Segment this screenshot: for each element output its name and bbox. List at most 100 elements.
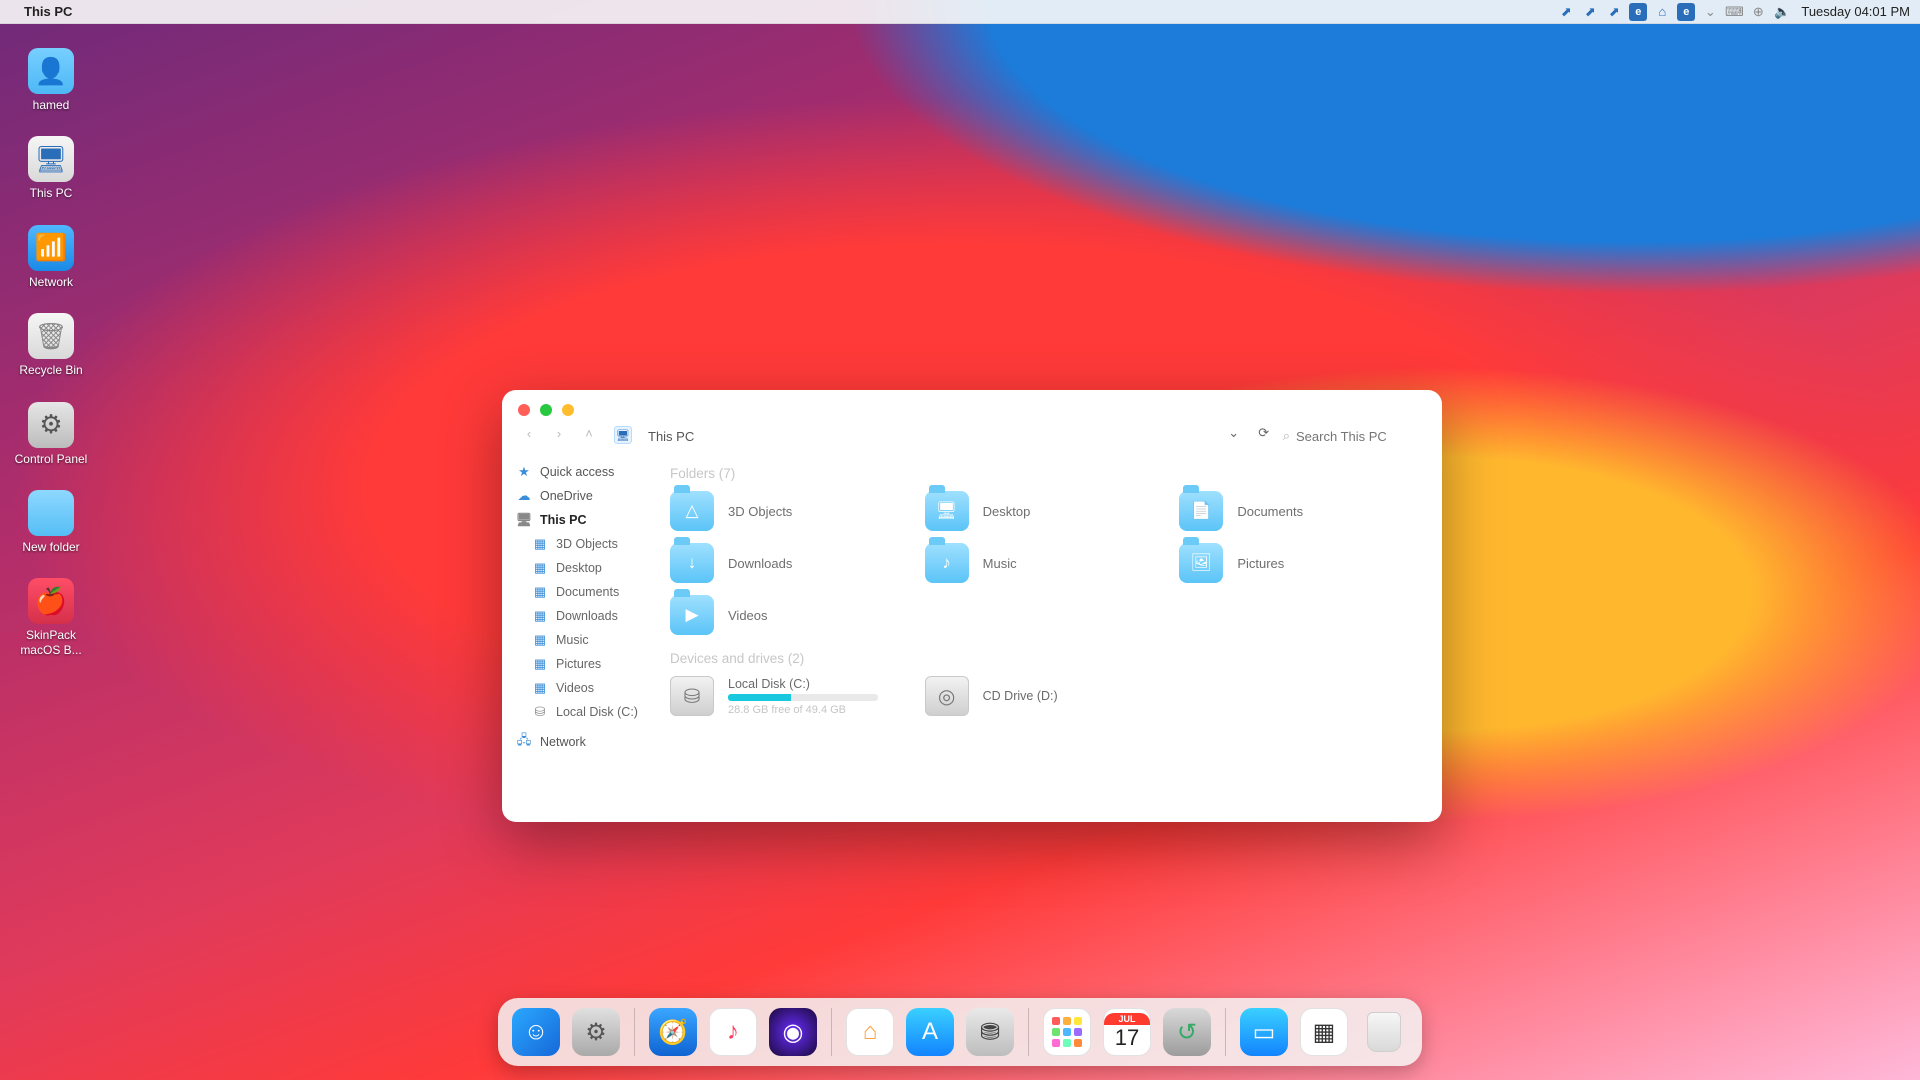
dock-home[interactable]: ⌂	[846, 1008, 894, 1056]
desktop-user-folder[interactable]: 👤 hamed	[6, 48, 96, 112]
tray-item-2[interactable]: ⬈	[1581, 3, 1599, 21]
calendar-day: 17	[1115, 1025, 1139, 1051]
desktop-skinpack[interactable]: 🍎 SkinPack macOS B...	[6, 578, 96, 657]
drive-usage-bar	[728, 694, 878, 701]
breadcrumb-dropdown-button[interactable]: ⌄	[1223, 422, 1245, 444]
folder-label: Desktop	[983, 504, 1031, 519]
refresh-button[interactable]: ⟳	[1253, 422, 1275, 444]
folder-icon: ▦	[532, 656, 548, 672]
sidebar-label: OneDrive	[540, 489, 593, 503]
sidebar-label: Quick access	[540, 465, 614, 479]
sidebar-documents[interactable]: ▦Documents	[510, 580, 652, 604]
folder-icon: △	[670, 491, 714, 531]
folder-3d-objects[interactable]: △3D Objects	[670, 491, 915, 531]
nav-back-button[interactable]: ‹	[518, 422, 540, 444]
breadcrumb-title[interactable]: This PC	[648, 429, 694, 444]
search-input[interactable]	[1296, 429, 1426, 444]
desktop-icon-label: New folder	[22, 540, 79, 554]
sidebar-desktop[interactable]: ▦Desktop	[510, 556, 652, 580]
desktop-recycle-bin[interactable]: 🗑 Recycle Bin	[6, 313, 96, 377]
desktop-icon-label: Network	[29, 275, 73, 289]
folders-group-header[interactable]: Folders (7)	[670, 466, 1424, 481]
folder-icon: 📄	[1179, 491, 1223, 531]
tray-shield-icon[interactable]: ⌂	[1653, 3, 1671, 21]
nav-up-button[interactable]: ˄	[578, 422, 600, 444]
nav-forward-button[interactable]: ›	[548, 422, 570, 444]
folder-icon: ▦	[532, 632, 548, 648]
dock-calendar[interactable]: JUL 17	[1103, 1008, 1151, 1056]
dock-finder[interactable]: ☺	[512, 1008, 560, 1056]
folder-label: Pictures	[1237, 556, 1284, 571]
dock: ☺ ⚙ 🧭 ♪ ◉ ⌂ A ⛃ JUL 17 ↺ ▭ ▦	[498, 998, 1422, 1066]
sidebar-network[interactable]: 🖧 Network	[510, 730, 652, 754]
tray-edge-icon-1[interactable]: e	[1629, 3, 1647, 21]
dock-music[interactable]: ♪	[709, 1008, 757, 1056]
dock-show-desktop[interactable]: ▭	[1240, 1008, 1288, 1056]
this-pc-icon: 🖥	[516, 512, 532, 528]
folder-videos[interactable]: ▶Videos	[670, 595, 915, 635]
tray-volume-icon[interactable]: 🔈	[1773, 3, 1791, 21]
drives-group-header[interactable]: Devices and drives (2)	[670, 651, 1424, 666]
desktop-icon-label: Recycle Bin	[19, 363, 82, 377]
tray-network-icon[interactable]: ⊕	[1749, 3, 1767, 21]
dock-launchpad[interactable]	[1043, 1008, 1091, 1056]
dock-bootcamp[interactable]: ⛃	[966, 1008, 1014, 1056]
folder-icon: 🖼	[1179, 543, 1223, 583]
sidebar-videos[interactable]: ▦Videos	[510, 676, 652, 700]
search-box[interactable]: ⌕	[1283, 428, 1426, 444]
sidebar-quick-access[interactable]: ★ Quick access	[510, 460, 652, 484]
sidebar-3d-objects[interactable]: ▦3D Objects	[510, 532, 652, 556]
drive-cd-d[interactable]: ◎ CD Drive (D:)	[925, 676, 1170, 716]
dock-trash[interactable]	[1360, 1008, 1408, 1056]
desktop-icon-label: This PC	[30, 186, 73, 200]
menubar-app-title[interactable]: This PC	[24, 4, 72, 19]
menubar-clock[interactable]: Tuesday 04:01 PM	[1801, 4, 1910, 19]
dock-app-store[interactable]: A	[906, 1008, 954, 1056]
sidebar-label: Network	[540, 735, 586, 749]
tray-item-3[interactable]: ⬈	[1605, 3, 1623, 21]
network-icon: 🖧	[516, 734, 532, 750]
dock-separator	[1028, 1008, 1029, 1056]
desktop-network[interactable]: 📶 Network	[6, 225, 96, 289]
folder-icon: ▶	[670, 595, 714, 635]
folder-documents[interactable]: 📄Documents	[1179, 491, 1424, 531]
dock-separator	[634, 1008, 635, 1056]
explorer-window: ‹ › ˄ 🖥 This PC ⌄ ⟳ ⌕ ★ Quick access ☁ O…	[502, 390, 1442, 822]
sidebar-pictures[interactable]: ▦Pictures	[510, 652, 652, 676]
sidebar-onedrive[interactable]: ☁ OneDrive	[510, 484, 652, 508]
dock-task-view[interactable]: ▦	[1300, 1008, 1348, 1056]
sidebar-downloads[interactable]: ▦Downloads	[510, 604, 652, 628]
sidebar-label: Documents	[556, 585, 619, 599]
desktop-this-pc[interactable]: 🖥 This PC	[6, 136, 96, 200]
sidebar-music[interactable]: ▦Music	[510, 628, 652, 652]
minimize-button[interactable]	[540, 404, 552, 416]
desktop-new-folder[interactable]: New folder	[6, 490, 96, 554]
drive-local-c[interactable]: ⛁ Local Disk (C:) 28.8 GB free of 49.4 G…	[670, 676, 915, 716]
folder-icon: ↓	[670, 543, 714, 583]
sidebar-local-disk[interactable]: ⛁Local Disk (C:)	[510, 700, 652, 724]
folder-desktop[interactable]: 🖥Desktop	[925, 491, 1170, 531]
tray-item-1[interactable]: ⬈	[1557, 3, 1575, 21]
dock-safari[interactable]: 🧭	[649, 1008, 697, 1056]
folder-music[interactable]: ♪Music	[925, 543, 1170, 583]
maximize-button[interactable]	[562, 404, 574, 416]
dock-settings[interactable]: ⚙	[572, 1008, 620, 1056]
tray-keyboard-icon[interactable]: ⌨	[1725, 3, 1743, 21]
sidebar-this-pc[interactable]: 🖥 This PC	[510, 508, 652, 532]
explorer-sidebar: ★ Quick access ☁ OneDrive 🖥 This PC ▦3D …	[502, 452, 652, 822]
dock-time-machine[interactable]: ↺	[1163, 1008, 1211, 1056]
cloud-icon: ☁	[516, 488, 532, 504]
tray-edge-icon-2[interactable]: e	[1677, 3, 1695, 21]
explorer-toolbar: ‹ › ˄ 🖥 This PC ⌄ ⟳ ⌕	[502, 390, 1442, 452]
tray-overflow-chevron-icon[interactable]: ⌄	[1701, 3, 1719, 21]
close-button[interactable]	[518, 404, 530, 416]
dock-siri[interactable]: ◉	[769, 1008, 817, 1056]
folder-downloads[interactable]: ↓Downloads	[670, 543, 915, 583]
desktop-control-panel[interactable]: ⚙ Control Panel	[6, 402, 96, 466]
breadcrumb-this-pc-icon[interactable]: 🖥	[614, 426, 632, 444]
this-pc-icon: 🖥	[28, 136, 74, 182]
network-icon: 📶	[28, 225, 74, 271]
star-icon: ★	[516, 464, 532, 480]
menubar: This PC ⬈ ⬈ ⬈ e ⌂ e ⌄ ⌨ ⊕ 🔈 Tuesday 04:0…	[0, 0, 1920, 24]
folder-pictures[interactable]: 🖼 Pictures	[1179, 543, 1424, 583]
